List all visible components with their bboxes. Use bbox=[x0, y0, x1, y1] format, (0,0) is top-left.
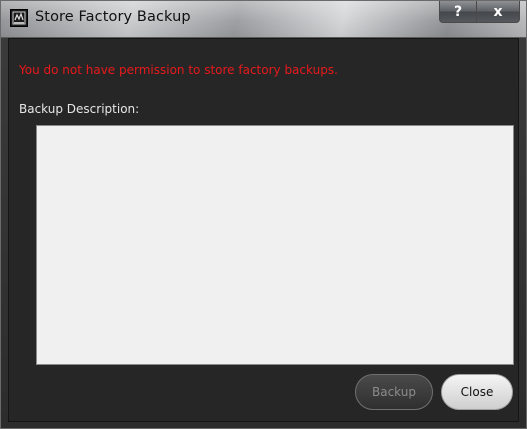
close-icon: x bbox=[493, 3, 503, 20]
store-factory-backup-window: Store Factory Backup ? x You do not have… bbox=[0, 0, 527, 429]
help-button[interactable]: ? bbox=[439, 1, 477, 23]
title-bar[interactable]: Store Factory Backup ? x bbox=[1, 1, 526, 38]
dialog-body: You do not have permission to store fact… bbox=[8, 38, 519, 422]
permission-error-message: You do not have permission to store fact… bbox=[19, 63, 338, 77]
close-window-button[interactable]: x bbox=[477, 1, 520, 23]
backup-description-input[interactable] bbox=[36, 125, 514, 365]
window-title: Store Factory Backup bbox=[35, 9, 191, 25]
backup-description-label: Backup Description: bbox=[19, 102, 140, 116]
caption-buttons: ? x bbox=[439, 1, 520, 25]
backup-button[interactable]: Backup bbox=[355, 374, 433, 410]
app-logo-icon bbox=[10, 9, 28, 27]
close-button[interactable]: Close bbox=[441, 374, 513, 410]
help-icon: ? bbox=[453, 3, 463, 20]
